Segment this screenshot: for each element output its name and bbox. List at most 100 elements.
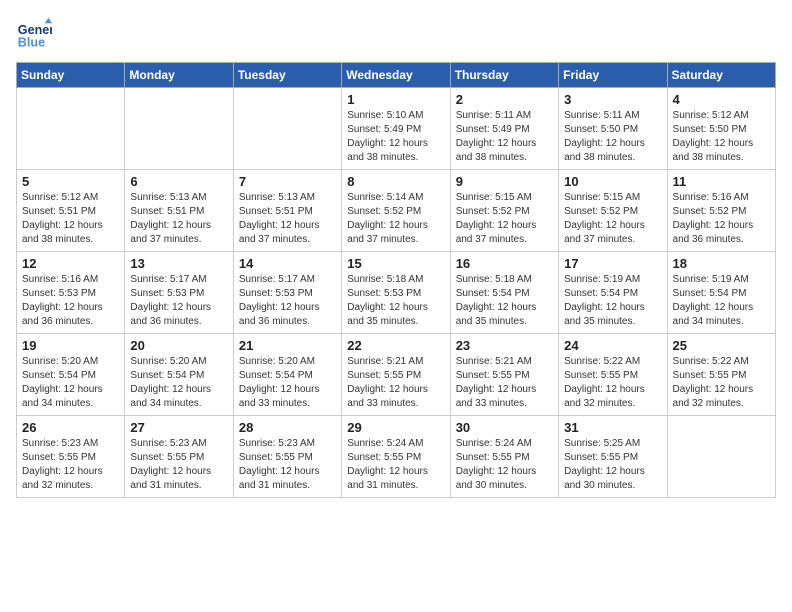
weekday-header-cell: Friday: [559, 63, 667, 88]
calendar-day-cell: 5 Sunrise: 5:12 AM Sunset: 5:51 PM Daylig…: [17, 170, 125, 252]
calendar-day-cell: 31 Sunrise: 5:25 AM Sunset: 5:55 PM Dayli…: [559, 416, 667, 498]
calendar-body: 1 Sunrise: 5:10 AM Sunset: 5:49 PM Daylig…: [17, 88, 776, 498]
calendar-day-cell: [233, 88, 341, 170]
calendar-day-cell: 3 Sunrise: 5:11 AM Sunset: 5:50 PM Daylig…: [559, 88, 667, 170]
calendar-day-cell: 7 Sunrise: 5:13 AM Sunset: 5:51 PM Daylig…: [233, 170, 341, 252]
weekday-header-cell: Monday: [125, 63, 233, 88]
day-info: Sunrise: 5:12 AM Sunset: 5:51 PM Dayligh…: [22, 191, 119, 247]
day-number: 21: [239, 338, 336, 353]
day-info: Sunrise: 5:24 AM Sunset: 5:55 PM Dayligh…: [347, 437, 444, 493]
day-number: 24: [564, 338, 661, 353]
calendar-day-cell: 27Sunrise: 5:23 AM Sunset: 5:55 PM Dayli…: [125, 416, 233, 498]
day-number: 2: [456, 92, 553, 107]
calendar-day-cell: 1 Sunrise: 5:10 AM Sunset: 5:49 PM Daylig…: [342, 88, 450, 170]
day-number: 25: [673, 338, 770, 353]
calendar-day-cell: 25 Sunrise: 5:22 AM Sunset: 5:55 PM Dayli…: [667, 334, 775, 416]
page-header: General Blue: [16, 16, 776, 52]
calendar-day-cell: 19Sunrise: 5:20 AM Sunset: 5:54 PM Dayli…: [17, 334, 125, 416]
calendar-day-cell: 4 Sunrise: 5:12 AM Sunset: 5:50 PM Daylig…: [667, 88, 775, 170]
day-info: Sunrise: 5:19 AM Sunset: 5:54 PM Dayligh…: [673, 273, 770, 329]
day-info: Sunrise: 5:24 AM Sunset: 5:55 PM Dayligh…: [456, 437, 553, 493]
day-info: Sunrise: 5:17 AM Sunset: 5:53 PM Dayligh…: [130, 273, 227, 329]
day-number: 4: [673, 92, 770, 107]
calendar-day-cell: 15 Sunrise: 5:18 AM Sunset: 5:53 PM Dayli…: [342, 252, 450, 334]
calendar-day-cell: 20 Sunrise: 5:20 AM Sunset: 5:54 PM Dayli…: [125, 334, 233, 416]
calendar-week-row: 12 Sunrise: 5:16 AM Sunset: 5:53 PM Dayli…: [17, 252, 776, 334]
day-info: Sunrise: 5:10 AM Sunset: 5:49 PM Dayligh…: [347, 109, 444, 165]
day-number: 26: [22, 420, 119, 435]
day-number: 29: [347, 420, 444, 435]
calendar-week-row: 5 Sunrise: 5:12 AM Sunset: 5:51 PM Daylig…: [17, 170, 776, 252]
day-number: 12: [22, 256, 119, 271]
calendar-day-cell: [125, 88, 233, 170]
day-number: 6: [130, 174, 227, 189]
calendar-day-cell: [667, 416, 775, 498]
day-number: 3: [564, 92, 661, 107]
day-number: 13: [130, 256, 227, 271]
day-info: Sunrise: 5:13 AM Sunset: 5:51 PM Dayligh…: [130, 191, 227, 247]
calendar-day-cell: 14Sunrise: 5:17 AM Sunset: 5:53 PM Dayli…: [233, 252, 341, 334]
weekday-header-cell: Saturday: [667, 63, 775, 88]
day-number: 23: [456, 338, 553, 353]
day-number: 5: [22, 174, 119, 189]
day-info: Sunrise: 5:22 AM Sunset: 5:55 PM Dayligh…: [673, 355, 770, 411]
calendar-day-cell: 11Sunrise: 5:16 AM Sunset: 5:52 PM Dayli…: [667, 170, 775, 252]
calendar-day-cell: 22 Sunrise: 5:21 AM Sunset: 5:55 PM Dayli…: [342, 334, 450, 416]
calendar-day-cell: 10Sunrise: 5:15 AM Sunset: 5:52 PM Dayli…: [559, 170, 667, 252]
day-number: 28: [239, 420, 336, 435]
day-info: Sunrise: 5:15 AM Sunset: 5:52 PM Dayligh…: [456, 191, 553, 247]
calendar-week-row: 19Sunrise: 5:20 AM Sunset: 5:54 PM Dayli…: [17, 334, 776, 416]
calendar-week-row: 26 Sunrise: 5:23 AM Sunset: 5:55 PM Dayli…: [17, 416, 776, 498]
day-info: Sunrise: 5:19 AM Sunset: 5:54 PM Dayligh…: [564, 273, 661, 329]
weekday-header-cell: Tuesday: [233, 63, 341, 88]
day-number: 22: [347, 338, 444, 353]
day-info: Sunrise: 5:16 AM Sunset: 5:53 PM Dayligh…: [22, 273, 119, 329]
day-info: Sunrise: 5:21 AM Sunset: 5:55 PM Dayligh…: [456, 355, 553, 411]
day-info: Sunrise: 5:23 AM Sunset: 5:55 PM Dayligh…: [239, 437, 336, 493]
logo-icon: General Blue: [16, 16, 52, 52]
calendar-day-cell: 26 Sunrise: 5:23 AM Sunset: 5:55 PM Dayli…: [17, 416, 125, 498]
day-number: 16: [456, 256, 553, 271]
weekday-header-cell: Thursday: [450, 63, 558, 88]
day-info: Sunrise: 5:18 AM Sunset: 5:54 PM Dayligh…: [456, 273, 553, 329]
calendar-day-cell: 28 Sunrise: 5:23 AM Sunset: 5:55 PM Dayli…: [233, 416, 341, 498]
day-info: Sunrise: 5:12 AM Sunset: 5:50 PM Dayligh…: [673, 109, 770, 165]
calendar-day-cell: 8Sunrise: 5:14 AM Sunset: 5:52 PM Daylig…: [342, 170, 450, 252]
calendar-day-cell: 29 Sunrise: 5:24 AM Sunset: 5:55 PM Dayli…: [342, 416, 450, 498]
calendar-day-cell: 17Sunrise: 5:19 AM Sunset: 5:54 PM Dayli…: [559, 252, 667, 334]
day-number: 14: [239, 256, 336, 271]
day-number: 20: [130, 338, 227, 353]
day-number: 1: [347, 92, 444, 107]
calendar-day-cell: 2 Sunrise: 5:11 AM Sunset: 5:49 PM Daylig…: [450, 88, 558, 170]
calendar-day-cell: 12 Sunrise: 5:16 AM Sunset: 5:53 PM Dayli…: [17, 252, 125, 334]
calendar-day-cell: 6 Sunrise: 5:13 AM Sunset: 5:51 PM Daylig…: [125, 170, 233, 252]
day-info: Sunrise: 5:20 AM Sunset: 5:54 PM Dayligh…: [130, 355, 227, 411]
day-number: 10: [564, 174, 661, 189]
day-info: Sunrise: 5:16 AM Sunset: 5:52 PM Dayligh…: [673, 191, 770, 247]
day-info: Sunrise: 5:18 AM Sunset: 5:53 PM Dayligh…: [347, 273, 444, 329]
day-number: 27: [130, 420, 227, 435]
day-info: Sunrise: 5:20 AM Sunset: 5:54 PM Dayligh…: [239, 355, 336, 411]
day-number: 7: [239, 174, 336, 189]
day-number: 31: [564, 420, 661, 435]
day-info: Sunrise: 5:22 AM Sunset: 5:55 PM Dayligh…: [564, 355, 661, 411]
day-info: Sunrise: 5:13 AM Sunset: 5:51 PM Dayligh…: [239, 191, 336, 247]
day-number: 15: [347, 256, 444, 271]
weekday-header-cell: Sunday: [17, 63, 125, 88]
day-info: Sunrise: 5:21 AM Sunset: 5:55 PM Dayligh…: [347, 355, 444, 411]
day-info: Sunrise: 5:11 AM Sunset: 5:50 PM Dayligh…: [564, 109, 661, 165]
weekday-header-row: SundayMondayTuesdayWednesdayThursdayFrid…: [17, 63, 776, 88]
day-info: Sunrise: 5:25 AM Sunset: 5:55 PM Dayligh…: [564, 437, 661, 493]
calendar-day-cell: 30Sunrise: 5:24 AM Sunset: 5:55 PM Dayli…: [450, 416, 558, 498]
svg-text:Blue: Blue: [18, 36, 45, 50]
calendar-day-cell: 18Sunrise: 5:19 AM Sunset: 5:54 PM Dayli…: [667, 252, 775, 334]
calendar-day-cell: 16 Sunrise: 5:18 AM Sunset: 5:54 PM Dayli…: [450, 252, 558, 334]
weekday-header-cell: Wednesday: [342, 63, 450, 88]
calendar-day-cell: 24 Sunrise: 5:22 AM Sunset: 5:55 PM Dayli…: [559, 334, 667, 416]
day-info: Sunrise: 5:23 AM Sunset: 5:55 PM Dayligh…: [22, 437, 119, 493]
day-info: Sunrise: 5:20 AM Sunset: 5:54 PM Dayligh…: [22, 355, 119, 411]
day-number: 9: [456, 174, 553, 189]
logo: General Blue: [16, 16, 52, 52]
day-number: 8: [347, 174, 444, 189]
day-info: Sunrise: 5:11 AM Sunset: 5:49 PM Dayligh…: [456, 109, 553, 165]
